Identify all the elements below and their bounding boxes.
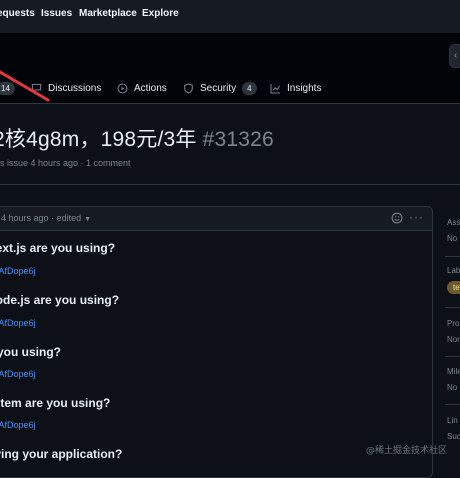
- caret-down-icon: ▼: [84, 216, 92, 223]
- smiley-icon[interactable]: [391, 212, 403, 224]
- edited-dropdown[interactable]: · edited: [51, 213, 81, 223]
- sidebar-linked-heading: Lin: [447, 416, 458, 425]
- tab-label-insights: Insights: [287, 82, 322, 94]
- sidebar-labels-heading: Lab: [447, 266, 460, 275]
- graph-icon: [270, 83, 281, 93]
- issue-meta: s issue 4 hours ago · 1 comment: [0, 158, 131, 168]
- comment-header: 4 hours ago · edited ▼ ···: [0, 207, 432, 231]
- red-arrow-annotation: [0, 70, 50, 102]
- nav-marketplace[interactable]: Marketplace: [79, 8, 137, 19]
- sidebar-milestone-value: No: [447, 383, 458, 392]
- tab-insights[interactable]: Insights: [270, 77, 321, 99]
- tab-label-security: Security: [200, 82, 237, 94]
- tab-label-actions: Actions: [134, 82, 167, 94]
- sidebar-milestone-heading: Mile: [447, 367, 460, 376]
- sidebar-linked-value: Suc: [447, 432, 460, 441]
- question-link[interactable]: n/AfDope6j: [0, 420, 36, 430]
- chevron-left-icon: ‹: [454, 50, 458, 61]
- question-link[interactable]: n/AfDope6j: [0, 318, 36, 328]
- question-heading: e you using?: [0, 345, 62, 359]
- sidebar-assignees-heading: Ass: [447, 218, 460, 227]
- nav-pull-requests[interactable]: equests: [0, 8, 35, 19]
- question-link[interactable]: n/AfDope6j: [0, 266, 36, 276]
- nav-explore[interactable]: Explore: [142, 8, 179, 19]
- sidebar-projects-value: Nor: [447, 335, 460, 344]
- issue-number: #31326: [202, 128, 274, 151]
- comment-time-text[interactable]: 4 hours ago: [1, 213, 49, 223]
- sidebar-divider: [445, 356, 460, 357]
- repo-action-button[interactable]: ‹: [449, 44, 460, 68]
- sidebar-projects-heading: Pro: [447, 319, 460, 328]
- issue-title-text: 2核4g8m，198元/3年: [0, 128, 197, 151]
- sidebar-divider: [445, 256, 460, 257]
- shield-icon: [184, 82, 193, 94]
- question-link[interactable]: n/AfDope6j: [0, 369, 36, 379]
- sidebar-divider: [445, 307, 460, 308]
- question-heading: Next.js are you using?: [0, 241, 116, 255]
- comment-timestamp: 4 hours ago · edited ▼: [1, 213, 91, 223]
- question-heading: ystem are you using?: [0, 396, 111, 410]
- sidebar-assignees-value: No: [447, 234, 458, 243]
- play-circle-icon: [117, 83, 128, 93]
- tab-actions[interactable]: Actions: [117, 77, 167, 99]
- nav-issues[interactable]: Issues: [41, 8, 72, 19]
- issue-title: 2核4g8m，198元/3年 #31326: [0, 123, 274, 153]
- watermark: @稀土掘金技术社区: [366, 446, 448, 456]
- tab-security[interactable]: Security 4: [183, 77, 257, 99]
- label-chip[interactable]: te: [447, 281, 460, 294]
- header-divider: [0, 184, 460, 185]
- issue-comment: 4 hours ago · edited▼ ··· Next.js are yo…: [0, 206, 433, 478]
- sidebar-divider: [445, 404, 460, 405]
- question-heading: oying your application?: [0, 447, 123, 461]
- kebab-menu-icon[interactable]: ···: [409, 210, 424, 224]
- security-counter: 4: [242, 81, 257, 95]
- top-nav-bar: equests Issues Marketplace Explore: [0, 0, 460, 33]
- question-heading: Node.js are you using?: [0, 293, 120, 307]
